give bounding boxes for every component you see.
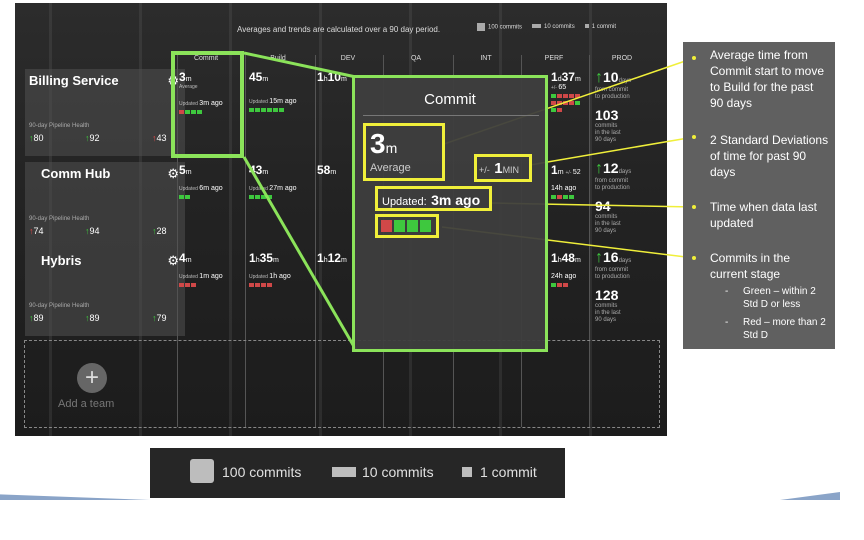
std-dev-highlight: +/- 1MIN [474,154,532,182]
annotation-updated: Time when data last updated [710,200,817,230]
average-label: Average [370,162,411,174]
commits-bar-highlight [375,214,439,238]
commit-detail-panel: Commit 3m Average +/- 1MIN Updated: 3m a… [352,75,548,352]
commit-bar-green [394,220,405,232]
commit-bar-green [407,220,418,232]
bullet-dot [692,56,696,60]
legend-swatch-large [190,459,214,483]
annotation-red: Red – more than 2 Std D [743,317,826,341]
legend-label-100: 100 commits [222,464,302,480]
legend-swatch-medium [332,467,356,477]
bullet-dot [692,256,696,260]
average-value: 3 [370,128,386,159]
annotation-std-dev: 2 Standard Deviations of time for past 9… [710,133,829,179]
annotation-average: Average time from Commit start to move t… [710,48,825,110]
panel-title: Commit [424,91,476,108]
annotation-panel: Average time from Commit start to move t… [683,42,835,349]
bullet-dot [692,205,696,209]
updated-highlight: Updated: 3m ago [375,186,492,211]
average-unit: m [385,140,398,156]
annotation-green: Green – within 2 Std D or less [743,286,816,310]
average-highlight: 3m Average [363,123,445,181]
commit-size-legend: 100 commits 10 commits 1 commit [150,448,565,498]
legend-swatch-small [462,467,472,477]
legend-label-1: 1 commit [480,464,537,480]
annotation-commits: Commits in the current stage [710,251,791,281]
panel-divider [363,115,539,116]
commit-bar-red [381,220,392,232]
commit-bar-green [420,220,431,232]
legend-label-10: 10 commits [362,464,434,480]
bullet-dot [692,135,696,139]
